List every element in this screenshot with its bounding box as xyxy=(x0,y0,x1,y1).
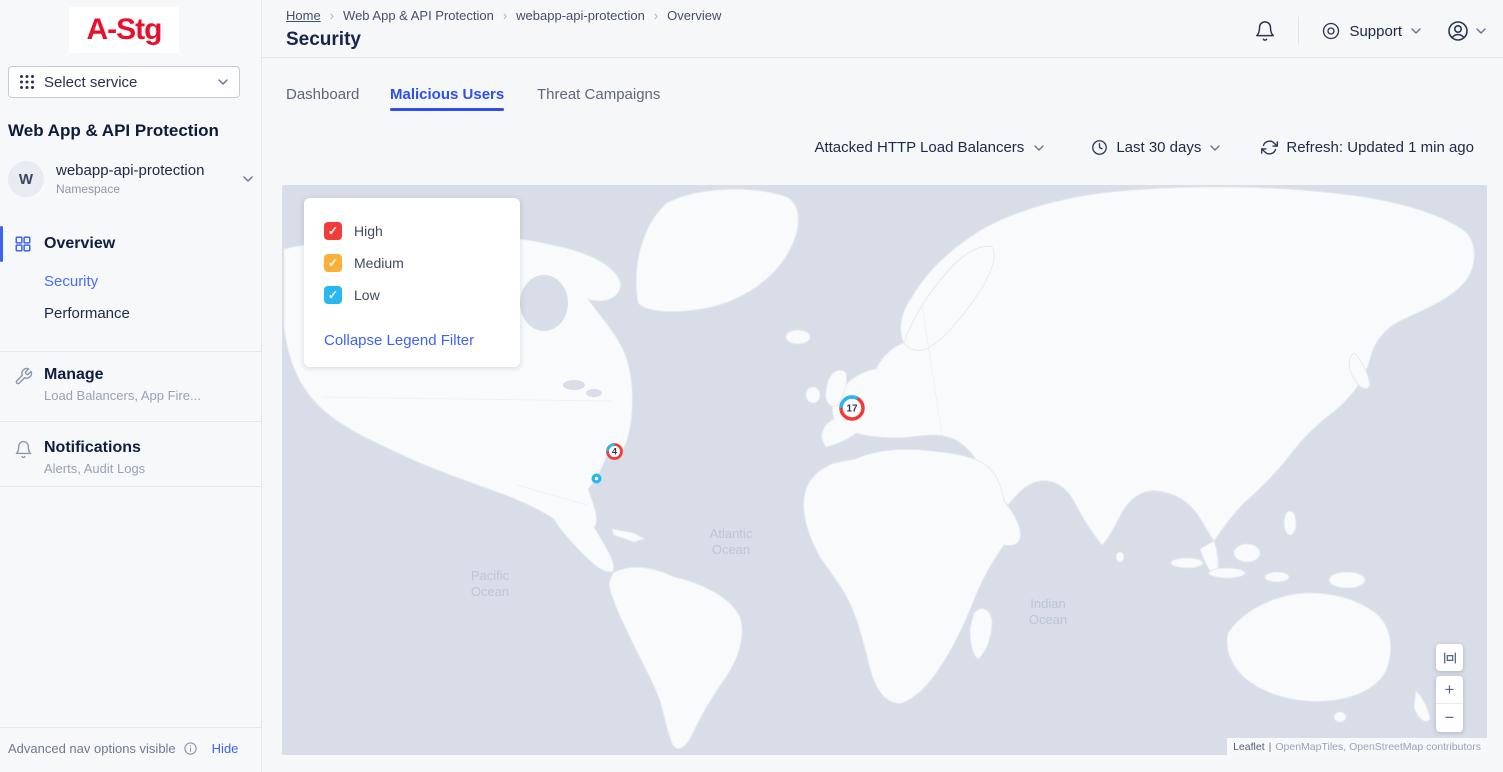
sidebar-item-manage-subtitle: Load Balancers, App Fire... xyxy=(44,388,248,403)
legend-label-high: High xyxy=(354,223,383,239)
user-avatar-icon xyxy=(1446,19,1470,43)
breadcrumb-waap[interactable]: Web App & API Protection xyxy=(343,8,494,23)
check-icon: ✓ xyxy=(328,224,338,238)
namespace-type-label: Namespace xyxy=(56,182,242,196)
legend-label-low: Low xyxy=(354,287,380,303)
legend-item-low[interactable]: ✓ Low xyxy=(324,286,380,304)
legend-item-medium[interactable]: ✓ Medium xyxy=(324,254,404,272)
marker-point-low[interactable] xyxy=(591,473,602,484)
time-range-dropdown[interactable]: Last 30 days xyxy=(1091,139,1221,156)
sidebar-footer-divider xyxy=(0,727,262,728)
leaflet-link[interactable]: Leaflet xyxy=(1233,741,1265,753)
tab-malicious-users[interactable]: Malicious Users xyxy=(390,86,504,103)
sidebar-item-security[interactable]: Security xyxy=(44,273,98,290)
fit-bounds-icon xyxy=(1442,650,1458,666)
wrench-icon xyxy=(14,367,33,386)
apps-grid-icon xyxy=(19,74,35,90)
chevron-down-icon xyxy=(242,173,254,185)
breadcrumb: Home › Web App & API Protection › webapp… xyxy=(286,8,721,23)
chevron-down-icon xyxy=(1209,142,1221,154)
namespace-selector[interactable]: W webapp-api-protection Namespace xyxy=(8,156,254,202)
ocean-label-atlantic: AtlanticOcean xyxy=(691,526,771,559)
brand-logo[interactable]: A-Stg xyxy=(69,7,179,53)
zoom-in-button[interactable]: + xyxy=(1436,676,1463,704)
hide-advanced-nav-button[interactable]: Hide xyxy=(212,741,239,756)
check-icon: ✓ xyxy=(328,288,338,302)
namespace-avatar: W xyxy=(8,161,44,197)
checkbox-low[interactable]: ✓ xyxy=(324,286,342,304)
header-separator xyxy=(262,57,1503,58)
sidebar-item-manage[interactable]: Manage Load Balancers, App Fire... xyxy=(14,366,248,403)
sidebar-item-overview[interactable]: Overview xyxy=(0,226,262,262)
life-ring-icon xyxy=(1321,21,1341,41)
active-nav-indicator xyxy=(0,226,3,262)
header-divider xyxy=(1298,17,1299,45)
world-map[interactable]: ✓ High ✓ Medium ✓ Low Collapse Legend Fi… xyxy=(282,185,1487,755)
overview-grid-icon xyxy=(14,235,32,253)
sidebar: A-Stg Select service Web App & API Prote… xyxy=(0,0,262,772)
legend-item-high[interactable]: ✓ High xyxy=(324,222,383,240)
tab-threat-campaigns[interactable]: Threat Campaigns xyxy=(537,86,660,103)
refresh-label: Refresh: Updated 1 min ago xyxy=(1286,139,1474,156)
sidebar-divider xyxy=(0,421,262,422)
bell-icon xyxy=(14,440,33,459)
select-service-label: Select service xyxy=(44,74,217,91)
tab-dashboard[interactable]: Dashboard xyxy=(286,86,359,103)
osm-credit[interactable]: OpenStreetMap contributors xyxy=(1349,741,1481,753)
checkbox-medium[interactable]: ✓ xyxy=(324,254,342,272)
product-title: Web App & API Protection xyxy=(8,121,219,141)
breadcrumb-overview[interactable]: Overview xyxy=(667,8,721,23)
breadcrumb-separator: › xyxy=(503,8,507,23)
legend-label-medium: Medium xyxy=(354,255,404,271)
sidebar-item-notifications-label: Notifications xyxy=(44,439,248,457)
collapse-legend-filter-link[interactable]: Collapse Legend Filter xyxy=(324,332,474,349)
breadcrumb-home[interactable]: Home xyxy=(286,8,321,23)
sidebar-item-overview-label: Overview xyxy=(44,235,115,253)
breadcrumb-namespace[interactable]: webapp-api-protection xyxy=(516,8,645,23)
namespace-name: webapp-api-protection xyxy=(56,162,242,179)
info-icon[interactable] xyxy=(183,741,198,756)
chevron-down-icon xyxy=(217,76,229,88)
marker-cluster-europe[interactable]: 17 xyxy=(837,393,867,423)
ocean-label-pacific: PacificOcean xyxy=(450,568,530,601)
brand-logo-text: A-Stg xyxy=(87,13,162,47)
marker-count: 4 xyxy=(612,447,617,457)
ocean-label-indian: IndianOcean xyxy=(1008,596,1088,629)
fit-bounds-button[interactable] xyxy=(1436,644,1463,671)
sidebar-divider xyxy=(0,486,262,487)
refresh-icon xyxy=(1261,139,1278,156)
chevron-down-icon xyxy=(1410,25,1422,37)
marker-count: 17 xyxy=(846,404,858,415)
zoom-out-button[interactable]: − xyxy=(1436,704,1463,732)
notifications-bell-icon[interactable] xyxy=(1254,20,1276,42)
chevron-down-icon xyxy=(1033,142,1045,154)
time-range-label: Last 30 days xyxy=(1116,139,1201,156)
breadcrumb-separator: › xyxy=(654,8,658,23)
select-service-dropdown[interactable]: Select service xyxy=(8,66,240,98)
sidebar-item-manage-label: Manage xyxy=(44,366,248,384)
sidebar-divider xyxy=(0,351,262,352)
breadcrumb-separator: › xyxy=(330,8,334,23)
refresh-button[interactable]: Refresh: Updated 1 min ago xyxy=(1261,139,1474,156)
check-icon: ✓ xyxy=(328,256,338,270)
advanced-nav-note: Advanced nav options visible xyxy=(8,741,176,756)
load-balancer-filter-dropdown[interactable]: Attacked HTTP Load Balancers xyxy=(814,139,1045,156)
page-title: Security xyxy=(286,29,361,51)
sidebar-item-performance[interactable]: Performance xyxy=(44,305,130,322)
load-balancer-filter-label: Attacked HTTP Load Balancers xyxy=(814,139,1024,156)
clock-icon xyxy=(1091,139,1108,156)
support-label: Support xyxy=(1349,23,1402,40)
account-menu[interactable] xyxy=(1446,19,1487,43)
chevron-down-icon xyxy=(1475,25,1487,37)
support-menu[interactable]: Support xyxy=(1321,21,1422,41)
map-attribution: Leaflet | OpenMapTiles, OpenStreetMap co… xyxy=(1227,738,1487,755)
sidebar-item-notifications-subtitle: Alerts, Audit Logs xyxy=(44,461,248,476)
checkbox-high[interactable]: ✓ xyxy=(324,222,342,240)
legend-filter-card: ✓ High ✓ Medium ✓ Low Collapse Legend Fi… xyxy=(304,198,520,367)
openmaptiles-credit[interactable]: OpenMapTiles, xyxy=(1275,741,1349,753)
sidebar-item-notifications[interactable]: Notifications Alerts, Audit Logs xyxy=(14,439,248,476)
marker-cluster-us[interactable]: 4 xyxy=(605,442,624,461)
zoom-control: + − xyxy=(1436,676,1463,732)
active-tab-underline xyxy=(390,108,504,111)
